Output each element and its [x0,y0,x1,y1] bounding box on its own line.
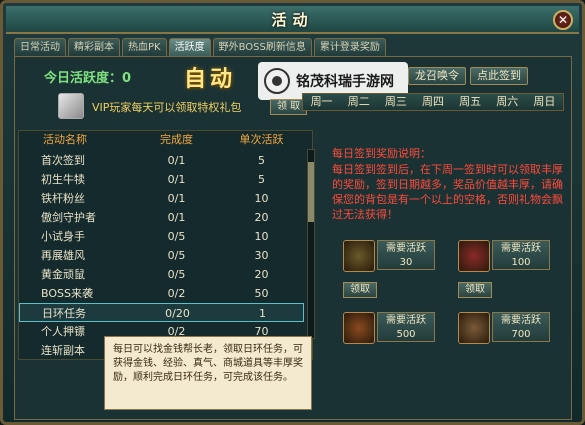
reward-value-1: 30 [399,257,413,268]
cell-activity: 50 [254,287,269,300]
table-row[interactable]: 黄金顽鼠 0/5 20 [19,265,304,284]
cell-activity: 1 [259,307,266,320]
cell-progress: 0/5 [167,268,186,281]
table-row[interactable]: 首次签到 0/1 5 [19,151,304,170]
header-name: 活动名称 [43,133,87,146]
table-row[interactable]: BOSS来袭 0/2 50 [19,284,304,303]
cell-progress: 0/1 [167,211,186,224]
tab-daily-activity[interactable]: 日常活动 [14,38,66,56]
table-row[interactable]: 小试身手 0/5 10 [19,227,304,246]
reward-chest-icon-4 [458,312,490,344]
cell-activity: 10 [254,230,269,243]
reward-label-3: 需要活跃 [386,315,426,326]
cell-progress: 0/2 [167,287,186,300]
tab-bar: 日常活动 精彩副本 热血PK 活跃度 野外BOSS刷新信息 累计登录奖励 [14,38,386,56]
weekday-sun: 周日 [533,95,556,108]
weekday-sat: 周六 [496,95,519,108]
reward-value-2: 100 [511,257,531,268]
table-row[interactable]: 再展雄风 0/5 30 [19,246,304,265]
header-activity: 单次活跃 [239,133,284,146]
reward-requirement-1: 需要活跃 30 [377,240,435,270]
scrollbar-thumb[interactable] [308,162,314,222]
reward-label-2: 需要活跃 [501,243,541,254]
cell-progress: 0/5 [167,249,186,262]
cell-activity: 20 [254,211,269,224]
cell-activity: 5 [258,154,265,167]
weekday-fri: 周五 [459,95,482,108]
cell-name: 傲剑守护者 [41,211,96,224]
table-row[interactable]: 日环任务 0/20 1 [19,303,304,322]
tab-pk[interactable]: 热血PK [122,38,167,56]
reward-label-1: 需要活跃 [386,243,426,254]
cell-progress: 0/5 [167,230,186,243]
cell-progress: 0/1 [167,192,186,205]
reward-chest-icon-3 [343,312,375,344]
weekday-wed: 周三 [384,95,407,108]
cell-activity: 5 [258,173,265,186]
cell-name: 初生牛犊 [41,173,85,186]
weekday-tue: 周二 [347,95,370,108]
reward-claim-button-2[interactable]: 领取 [458,282,492,298]
watermark-logo-icon [264,68,290,94]
cell-activity: 20 [254,268,269,281]
title-bar: 活动 ✕ [6,6,579,34]
reward-value-3: 500 [396,329,416,340]
weekday-thu: 周四 [421,95,444,108]
cell-progress: 0/1 [167,173,186,186]
table-row[interactable]: 铁杆粉丝 0/1 10 [19,189,304,208]
task-tooltip: 每日可以找金钱帮长老，领取日环任务，可获得金钱、经验、真气、商城道具等丰厚奖励，… [104,336,312,410]
rules-text: 每日签到签到后，在下周一签到时可以领取丰厚的奖励，签到日期越多，奖品价值越丰厚，… [332,163,563,221]
table-row[interactable]: 初生牛犊 0/1 5 [19,170,304,189]
cell-name: BOSS来袭 [41,287,93,300]
cell-progress: 0/20 [165,307,190,320]
vip-text: VIP玩家每天可以领取特权礼包 [92,101,242,114]
reward-requirement-4: 需要活跃 700 [492,312,550,342]
tab-login-rewards[interactable]: 累计登录奖励 [313,38,386,56]
cell-name: 小试身手 [41,230,85,243]
table-row[interactable]: 傲剑守护者 0/1 20 [19,208,304,227]
cell-name: 铁杆粉丝 [41,192,85,205]
table-scrollbar[interactable] [307,149,315,339]
tab-boss-refresh[interactable]: 野外BOSS刷新信息 [212,38,312,56]
rules-title: 每日签到奖励说明： [332,147,431,160]
activity-table: 活动名称 完成度 单次活跃 首次签到 0/1 5 初生牛犊 0/1 5 铁杆粉丝 0/1 10 傲… [18,130,315,360]
watermark-text: 铭茂科瑞手游网 [296,74,394,90]
cell-name: 黄金顽鼠 [41,268,85,281]
vip-gift-icon [58,93,84,119]
summon-button[interactable]: 龙召唤令 [408,67,466,85]
tab-dungeons[interactable]: 精彩副本 [68,38,120,56]
weekday-header: 周一 周二 周三 周四 周五 周六 周日 [302,93,564,111]
window-title: 活动 [271,11,314,29]
cell-activity: 30 [254,249,269,262]
reward-requirement-3: 需要活跃 500 [377,312,435,342]
reward-gift-icon-2 [458,240,490,272]
today-activity-label: 今日活跃度：0 [44,71,132,86]
cell-name: 日环任务 [42,307,86,320]
cell-activity: 10 [254,192,269,205]
close-icon[interactable]: ✕ [553,10,573,30]
table-header: 活动名称 完成度 单次活跃 [19,131,299,149]
cell-name: 首次签到 [41,154,85,167]
cell-name: 再展雄风 [41,249,85,262]
reward-value-4: 700 [511,329,531,340]
weekday-mon: 周一 [310,95,333,108]
reward-claim-button-1[interactable]: 领取 [343,282,377,298]
tab-activity-level[interactable]: 活跃度 [168,38,211,56]
cell-progress: 0/1 [167,154,186,167]
header-progress: 完成度 [160,133,193,146]
reward-label-4: 需要活跃 [501,315,541,326]
reward-chest-icon-1 [343,240,375,272]
checkin-button[interactable]: 点此签到 [470,67,528,85]
table-body: 首次签到 0/1 5 初生牛犊 0/1 5 铁杆粉丝 0/1 10 傲剑守护者 0/1 20 小试身手 0… [19,151,304,360]
reward-requirement-2: 需要活跃 100 [492,240,550,270]
